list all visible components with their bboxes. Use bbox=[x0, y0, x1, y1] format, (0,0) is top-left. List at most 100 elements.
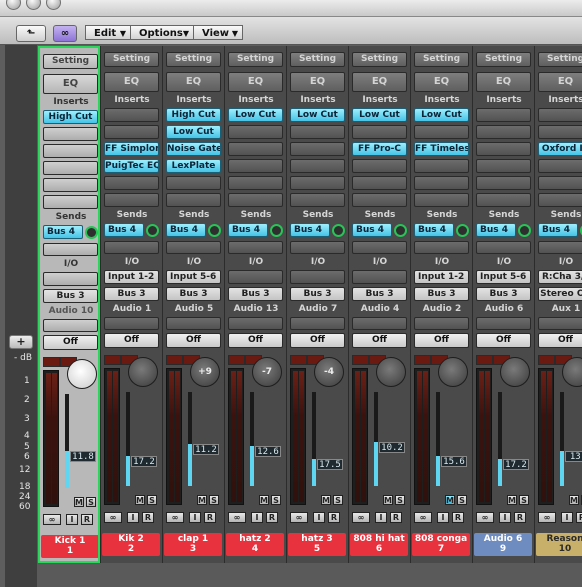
channel-name-tag[interactable]: Reason 10 bbox=[536, 533, 582, 556]
insert-slot[interactable] bbox=[290, 142, 345, 156]
insert-slot[interactable] bbox=[104, 108, 159, 122]
insert-slot[interactable] bbox=[290, 125, 345, 139]
automation-mode-button[interactable]: Off bbox=[166, 333, 221, 348]
input-monitor-button[interactable]: I bbox=[251, 512, 263, 523]
pan-knob[interactable] bbox=[562, 357, 582, 387]
link-icon[interactable]: ∞ bbox=[290, 512, 308, 523]
send-slot[interactable]: Bus 4 bbox=[476, 223, 516, 237]
insert-slot[interactable] bbox=[104, 176, 159, 190]
mute-button[interactable]: M bbox=[321, 495, 331, 505]
automation-mode-button[interactable]: Off bbox=[104, 333, 159, 348]
output-slot[interactable]: Bus 3 bbox=[476, 287, 531, 301]
insert-slot[interactable] bbox=[538, 108, 582, 122]
insert-slot[interactable] bbox=[352, 176, 407, 190]
send-slot-empty[interactable] bbox=[352, 241, 407, 254]
input-monitor-button[interactable]: I bbox=[66, 514, 78, 525]
fader-value[interactable]: 17.2 bbox=[131, 456, 157, 467]
volume-fader[interactable] bbox=[560, 392, 564, 486]
channel-name-tag[interactable]: 808 hi hat 6 bbox=[350, 533, 408, 556]
pan-knob[interactable] bbox=[376, 357, 406, 387]
automation-mode-button[interactable]: Off bbox=[414, 333, 469, 348]
clip-indicator[interactable] bbox=[476, 355, 493, 365]
solo-button[interactable]: S bbox=[395, 495, 405, 505]
input-slot[interactable] bbox=[228, 270, 283, 284]
solo-button[interactable]: S bbox=[86, 497, 96, 507]
output-slot[interactable]: Bus 3 bbox=[352, 287, 407, 301]
setting-button[interactable]: Setting bbox=[290, 52, 345, 67]
send-level-knob[interactable] bbox=[332, 224, 345, 237]
output-slot[interactable]: Stereo Ou bbox=[538, 287, 582, 301]
insert-slot[interactable] bbox=[414, 193, 469, 207]
send-level-knob[interactable] bbox=[208, 224, 221, 237]
output-slot[interactable]: Bus 3 bbox=[43, 289, 98, 303]
send-slot[interactable]: Bus 4 bbox=[228, 223, 268, 237]
link-icon[interactable]: ∞ bbox=[104, 512, 122, 523]
send-slot-empty[interactable] bbox=[104, 241, 159, 254]
insert-slot[interactable]: Low Cut bbox=[414, 108, 469, 122]
eq-display[interactable]: EQ bbox=[228, 72, 283, 92]
channel-name-tag[interactable]: hatz 24 bbox=[226, 533, 284, 556]
insert-slot[interactable] bbox=[476, 176, 531, 190]
send-slot[interactable]: Bus 4 bbox=[290, 223, 330, 237]
zoom-window-button[interactable] bbox=[46, 0, 61, 10]
insert-slot[interactable] bbox=[104, 193, 159, 207]
input-monitor-button[interactable]: I bbox=[313, 512, 325, 523]
group-slot[interactable] bbox=[290, 317, 345, 330]
clip-indicator[interactable] bbox=[228, 355, 245, 365]
volume-fader[interactable] bbox=[65, 394, 69, 488]
volume-fader[interactable] bbox=[498, 392, 502, 486]
solo-button[interactable]: S bbox=[209, 495, 219, 505]
record-enable-button[interactable]: R bbox=[514, 512, 526, 523]
insert-slot[interactable]: High Cut bbox=[166, 108, 221, 122]
setting-button[interactable]: Setting bbox=[476, 52, 531, 67]
output-slot[interactable]: Bus 3 bbox=[290, 287, 345, 301]
send-slot[interactable]: Bus 4 bbox=[166, 223, 206, 237]
mute-button[interactable]: M bbox=[569, 495, 579, 505]
group-slot[interactable] bbox=[104, 317, 159, 330]
insert-slot[interactable] bbox=[538, 193, 582, 207]
channel-name-tag[interactable]: hatz 35 bbox=[288, 533, 346, 556]
insert-slot[interactable] bbox=[538, 125, 582, 139]
clip-indicator[interactable] bbox=[43, 357, 60, 367]
insert-slot[interactable]: FF Timeles bbox=[414, 142, 469, 156]
pan-knob[interactable] bbox=[500, 357, 530, 387]
insert-slot[interactable] bbox=[290, 159, 345, 173]
eq-display[interactable]: EQ bbox=[352, 72, 407, 92]
eq-display[interactable]: EQ bbox=[414, 72, 469, 92]
edit-menu[interactable]: Edit ▼ bbox=[85, 25, 131, 40]
insert-slot[interactable]: Noise Gate bbox=[166, 142, 221, 156]
add-channel-button[interactable]: + bbox=[9, 335, 33, 349]
pan-knob[interactable]: +9 bbox=[190, 357, 220, 387]
solo-button[interactable]: S bbox=[519, 495, 529, 505]
channel-name-tag[interactable]: 808 conga 7 bbox=[412, 533, 470, 556]
record-enable-button[interactable]: R bbox=[328, 512, 340, 523]
pan-knob[interactable] bbox=[128, 357, 158, 387]
automation-mode-button[interactable]: Off bbox=[538, 333, 582, 348]
fader-value[interactable]: 13. bbox=[565, 451, 582, 462]
insert-slot[interactable] bbox=[476, 159, 531, 173]
insert-slot[interactable]: FF Simplon bbox=[104, 142, 159, 156]
insert-slot[interactable]: Low Cut bbox=[166, 125, 221, 139]
group-slot[interactable] bbox=[476, 317, 531, 330]
output-slot[interactable]: Bus 3 bbox=[414, 287, 469, 301]
solo-button[interactable]: S bbox=[147, 495, 157, 505]
send-slot[interactable]: Bus 4 bbox=[352, 223, 392, 237]
volume-fader[interactable] bbox=[250, 392, 254, 486]
record-enable-button[interactable]: R bbox=[576, 512, 582, 523]
input-slot[interactable] bbox=[290, 270, 345, 284]
clip-indicator[interactable] bbox=[166, 355, 183, 365]
record-enable-button[interactable]: R bbox=[452, 512, 464, 523]
link-icon[interactable]: ∞ bbox=[476, 512, 494, 523]
fader-value[interactable]: 15.6 bbox=[441, 456, 467, 467]
insert-slot[interactable] bbox=[352, 125, 407, 139]
fader-value[interactable]: 10.2 bbox=[379, 442, 405, 453]
insert-slot[interactable] bbox=[228, 176, 283, 190]
send-slot-empty[interactable] bbox=[538, 241, 582, 254]
output-slot[interactable]: Bus 3 bbox=[104, 287, 159, 301]
setting-button[interactable]: Setting bbox=[352, 52, 407, 67]
group-slot[interactable] bbox=[228, 317, 283, 330]
insert-slot[interactable] bbox=[166, 193, 221, 207]
input-slot[interactable] bbox=[43, 272, 98, 286]
insert-slot[interactable]: Low Cut bbox=[290, 108, 345, 122]
output-slot[interactable]: Bus 3 bbox=[228, 287, 283, 301]
